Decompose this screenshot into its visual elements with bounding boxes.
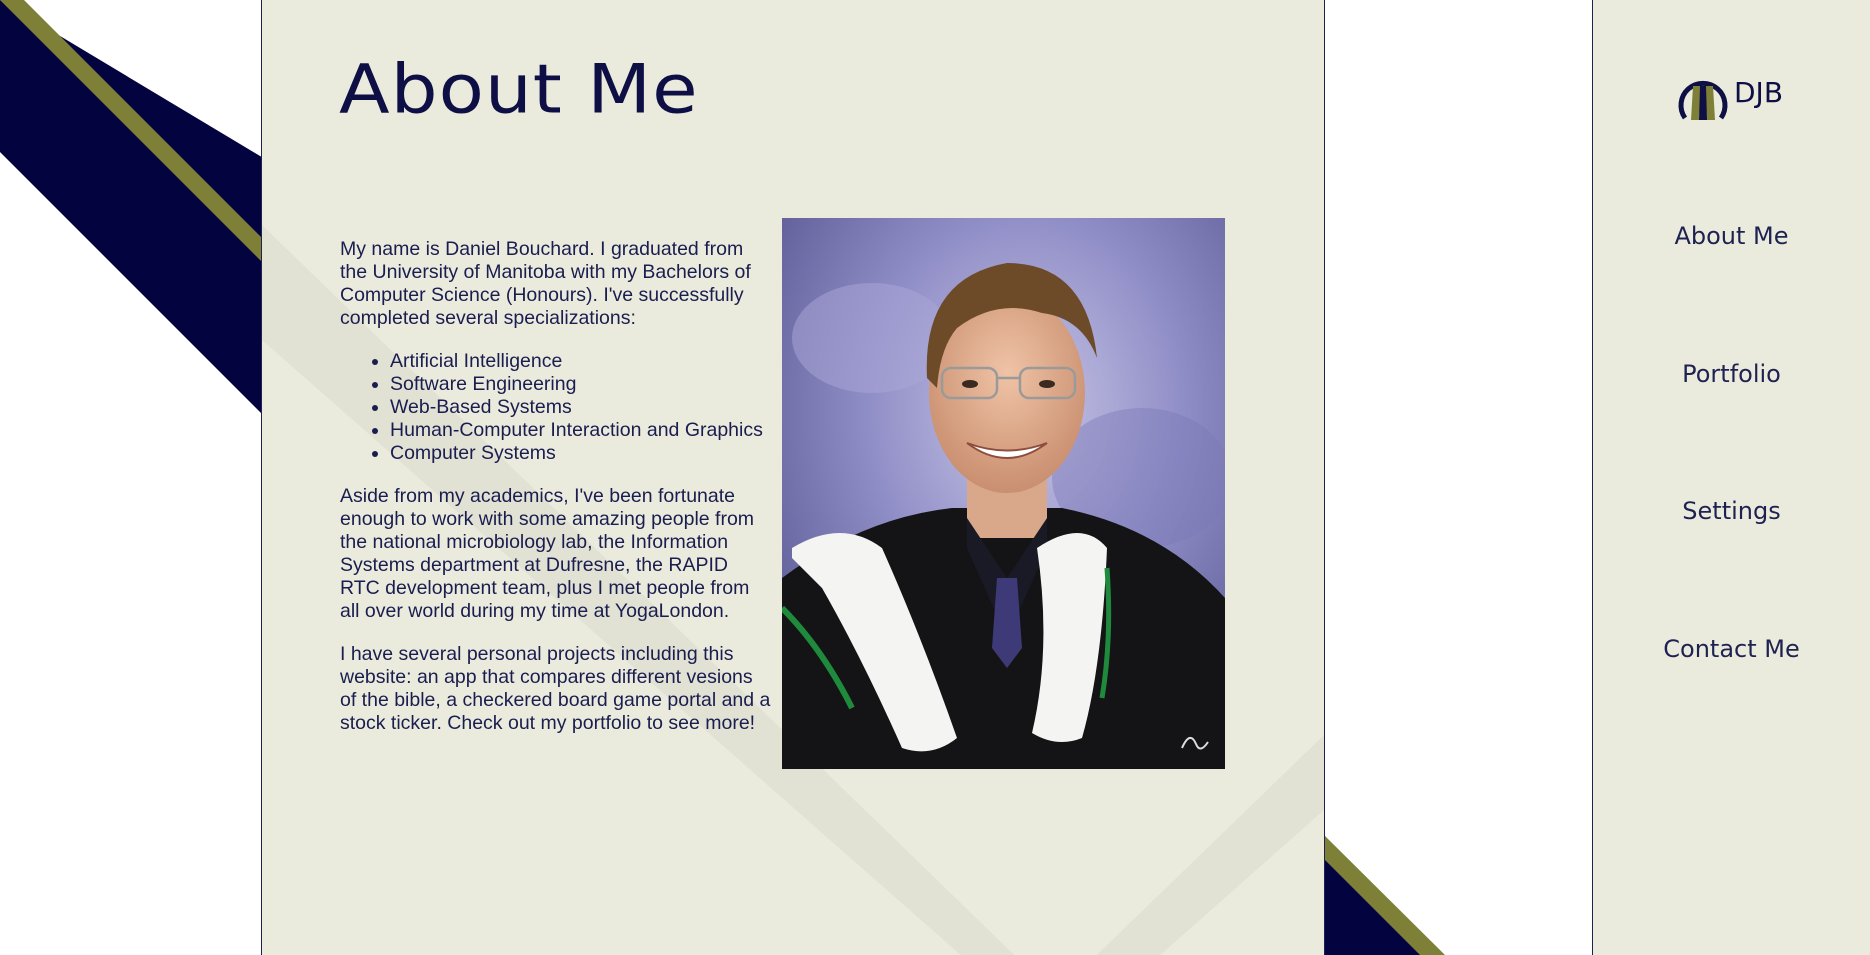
portrait-photo: [782, 218, 1225, 769]
bio-intro: My name is Daniel Bouchard. I graduated …: [340, 238, 751, 329]
list-item: Artificial Intelligence: [390, 350, 772, 373]
portrait-image: [782, 218, 1225, 769]
site-logo[interactable]: DJB: [1677, 68, 1797, 124]
page-title: About Me: [339, 50, 699, 130]
specializations-list: Artificial Intelligence Software Enginee…: [340, 350, 772, 465]
bio-work: Aside from my academics, I've been fortu…: [340, 485, 755, 622]
nav-link-contact-me[interactable]: Contact Me: [1593, 635, 1870, 663]
list-item: Software Engineering: [390, 373, 772, 396]
djb-logo-icon: [1678, 80, 1728, 120]
nav-link-portfolio[interactable]: Portfolio: [1593, 360, 1870, 388]
navy-stripe-left: [0, 0, 300, 452]
list-item: Human-Computer Interaction and Graphics: [390, 419, 772, 442]
nav-link-settings[interactable]: Settings: [1593, 497, 1870, 525]
list-item: Web-Based Systems: [390, 396, 772, 419]
about-panel: About Me My name is Daniel Bouchard. I g…: [261, 0, 1325, 955]
nav-link-about-me[interactable]: About Me: [1593, 222, 1870, 250]
side-navigation: DJB About Me Portfolio Settings Contact …: [1592, 0, 1870, 955]
logo-text: DJB: [1734, 76, 1784, 109]
bio-text: My name is Daniel Bouchard. I graduated …: [340, 238, 772, 755]
list-item: Computer Systems: [390, 442, 772, 465]
bio-projects: I have several personal projects includi…: [340, 643, 771, 734]
